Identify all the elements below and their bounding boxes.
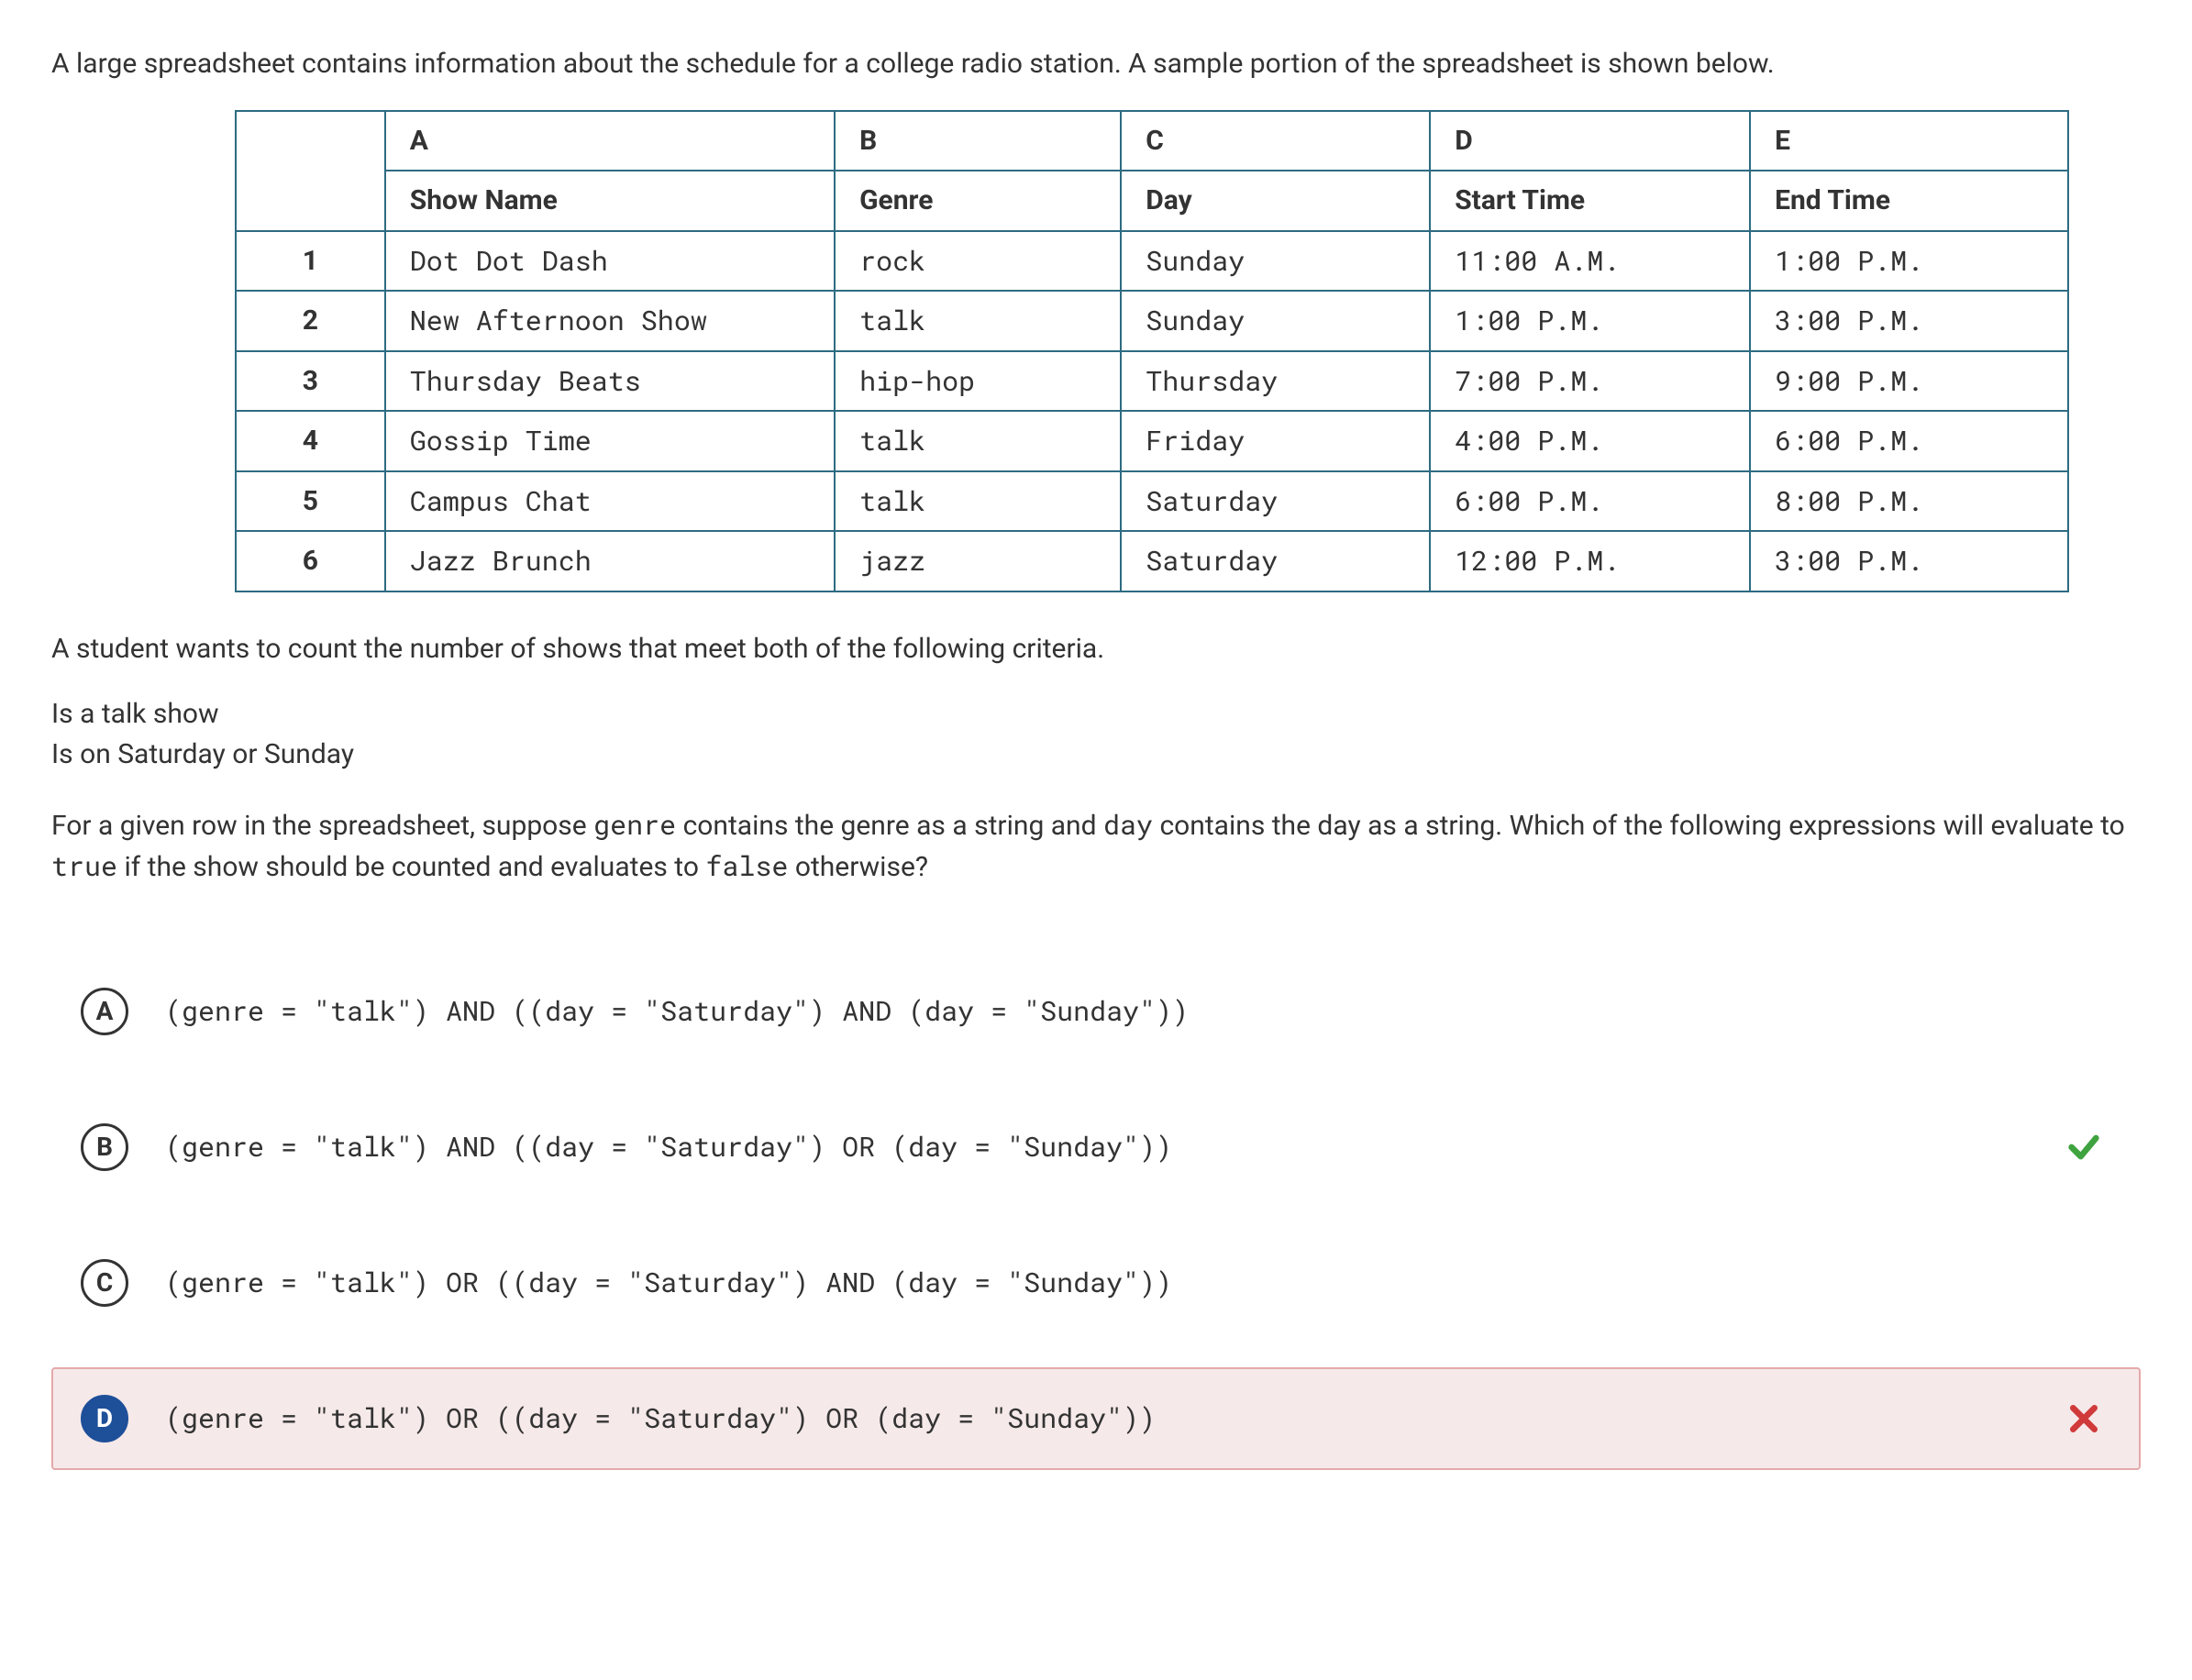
- cell: 6:00 P.M.: [1750, 411, 2068, 471]
- code-false: false: [705, 848, 788, 884]
- criteria-list: Is a talk show Is on Saturday or Sunday: [51, 694, 2141, 774]
- choice-letter: D: [81, 1395, 128, 1442]
- col-header: End Time: [1750, 171, 2068, 231]
- correct-check-icon: [2065, 1129, 2102, 1166]
- col-letter: D: [1430, 111, 1750, 171]
- spreadsheet-table: A B C D E Show Name Genre Day Start Time…: [235, 110, 2069, 592]
- col-header: Day: [1121, 171, 1430, 231]
- cell: 8:00 P.M.: [1750, 471, 2068, 532]
- cell: New Afternoon Show: [385, 291, 835, 351]
- cell: 1:00 P.M.: [1750, 231, 2068, 292]
- question-intro: A large spreadsheet contains information…: [51, 44, 2141, 84]
- row-number: 6: [236, 531, 385, 591]
- corner-cell: [236, 111, 385, 231]
- cell: 7:00 P.M.: [1430, 351, 1750, 412]
- column-header-row: Show Name Genre Day Start Time End Time: [236, 171, 2068, 231]
- row-number: 5: [236, 471, 385, 532]
- row-number: 1: [236, 231, 385, 292]
- answer-choice-a[interactable]: A (genre = "talk") AND ((day = "Saturday…: [51, 960, 2141, 1063]
- prompt-criteria-intro: A student wants to count the number of s…: [51, 629, 2141, 669]
- cell: Thursday: [1121, 351, 1430, 412]
- prompt-expression: For a given row in the spreadsheet, supp…: [51, 805, 2141, 887]
- column-letter-row: A B C D E: [236, 111, 2068, 171]
- table-row: 1 Dot Dot Dash rock Sunday 11:00 A.M. 1:…: [236, 231, 2068, 292]
- cell: 3:00 P.M.: [1750, 531, 2068, 591]
- cell: jazz: [835, 531, 1121, 591]
- table-row: 3 Thursday Beats hip-hop Thursday 7:00 P…: [236, 351, 2068, 412]
- cell: Sunday: [1121, 291, 1430, 351]
- criterion: Is a talk show: [51, 694, 2141, 735]
- answer-choice-b[interactable]: B (genre = "talk") AND ((day = "Saturday…: [51, 1096, 2141, 1199]
- col-header: Genre: [835, 171, 1121, 231]
- cell: Jazz Brunch: [385, 531, 835, 591]
- cell: 11:00 A.M.: [1430, 231, 1750, 292]
- col-letter: A: [385, 111, 835, 171]
- text: For a given row in the spreadsheet, supp…: [51, 810, 593, 842]
- choice-letter: B: [81, 1123, 128, 1171]
- text: if the show should be counted and evalua…: [117, 851, 705, 883]
- cell: Gossip Time: [385, 411, 835, 471]
- col-header: Show Name: [385, 171, 835, 231]
- cell: 12:00 P.M.: [1430, 531, 1750, 591]
- choice-expression: (genre = "talk") OR ((day = "Saturday") …: [165, 1398, 2029, 1439]
- col-letter: E: [1750, 111, 2068, 171]
- cell: 3:00 P.M.: [1750, 291, 2068, 351]
- row-number: 4: [236, 411, 385, 471]
- cell: 6:00 P.M.: [1430, 471, 1750, 532]
- cell: 9:00 P.M.: [1750, 351, 2068, 412]
- table-row: 5 Campus Chat talk Saturday 6:00 P.M. 8:…: [236, 471, 2068, 532]
- cell: Saturday: [1121, 471, 1430, 532]
- table-row: 6 Jazz Brunch jazz Saturday 12:00 P.M. 3…: [236, 531, 2068, 591]
- cell: Saturday: [1121, 531, 1430, 591]
- answer-choice-d[interactable]: D (genre = "talk") OR ((day = "Saturday"…: [51, 1367, 2141, 1470]
- text: otherwise?: [788, 851, 928, 883]
- code-genre: genre: [593, 807, 676, 843]
- table-row: 2 New Afternoon Show talk Sunday 1:00 P.…: [236, 291, 2068, 351]
- cell: hip-hop: [835, 351, 1121, 412]
- cell: Campus Chat: [385, 471, 835, 532]
- text: contains the genre as a string and: [676, 810, 1103, 842]
- incorrect-x-icon: [2065, 1400, 2102, 1437]
- col-letter: B: [835, 111, 1121, 171]
- criterion: Is on Saturday or Sunday: [51, 735, 2141, 775]
- choice-expression: (genre = "talk") OR ((day = "Saturday") …: [165, 1263, 2029, 1303]
- mark-placeholder: [2065, 1265, 2102, 1301]
- choice-expression: (genre = "talk") AND ((day = "Saturday")…: [165, 991, 2029, 1032]
- cell: talk: [835, 471, 1121, 532]
- cell: 4:00 P.M.: [1430, 411, 1750, 471]
- text: contains the day as a string. Which of t…: [1153, 810, 2125, 842]
- choice-expression: (genre = "talk") AND ((day = "Saturday")…: [165, 1127, 2029, 1167]
- col-letter: C: [1121, 111, 1430, 171]
- choice-letter: C: [81, 1259, 128, 1307]
- mark-placeholder: [2065, 993, 2102, 1030]
- cell: 1:00 P.M.: [1430, 291, 1750, 351]
- code-true: true: [51, 848, 117, 884]
- cell: Thursday Beats: [385, 351, 835, 412]
- cell: talk: [835, 411, 1121, 471]
- code-day: day: [1103, 807, 1153, 843]
- cell: rock: [835, 231, 1121, 292]
- cell: Sunday: [1121, 231, 1430, 292]
- answer-choices: A (genre = "talk") AND ((day = "Saturday…: [51, 960, 2141, 1470]
- row-number: 3: [236, 351, 385, 412]
- cell: Friday: [1121, 411, 1430, 471]
- cell: Dot Dot Dash: [385, 231, 835, 292]
- answer-choice-c[interactable]: C (genre = "talk") OR ((day = "Saturday"…: [51, 1232, 2141, 1334]
- choice-letter: A: [81, 988, 128, 1035]
- table-row: 4 Gossip Time talk Friday 4:00 P.M. 6:00…: [236, 411, 2068, 471]
- row-number: 2: [236, 291, 385, 351]
- col-header: Start Time: [1430, 171, 1750, 231]
- cell: talk: [835, 291, 1121, 351]
